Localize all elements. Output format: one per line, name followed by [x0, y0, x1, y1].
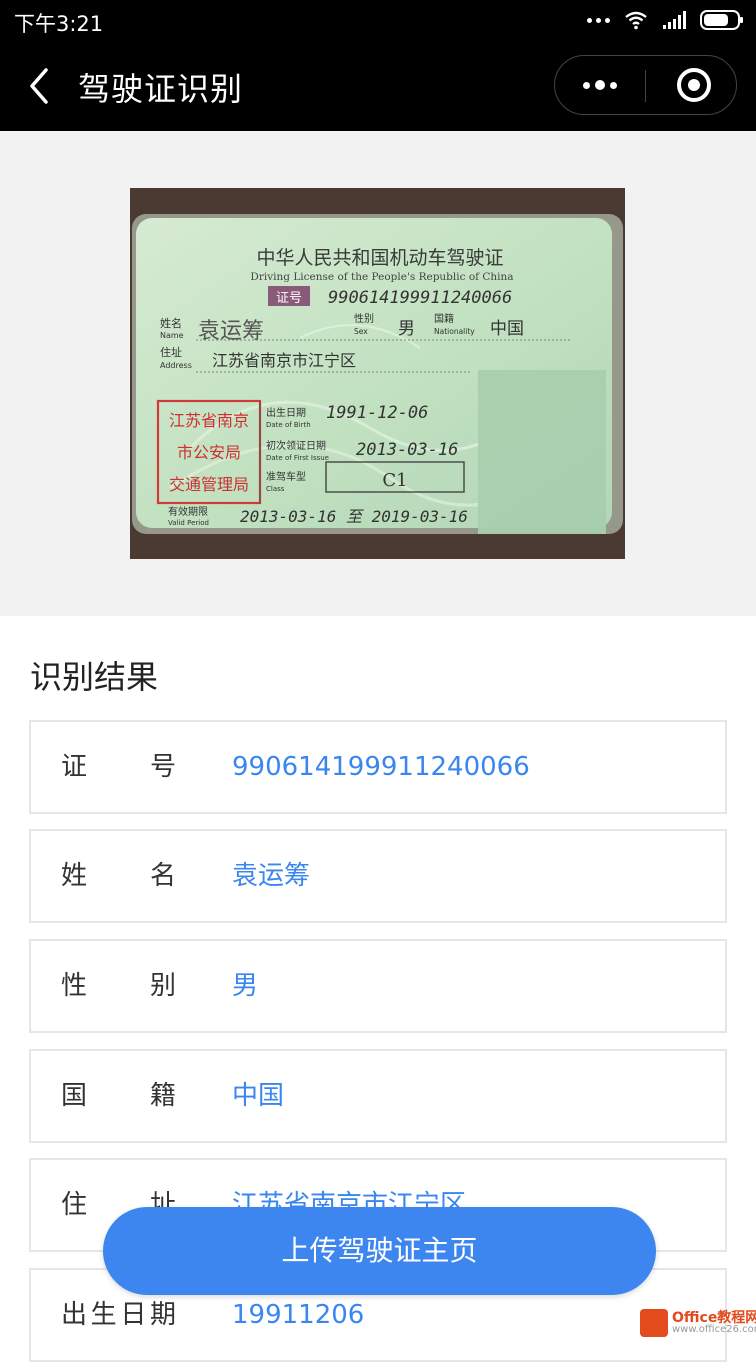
- card-class: C1: [382, 470, 407, 491]
- result-row-number: 证号 990614199911240066: [29, 720, 727, 814]
- card-name-label-en: Name: [160, 331, 184, 340]
- card-title-en: Driving License of the People's Republic…: [250, 271, 513, 283]
- miniprogram-capsule: [554, 55, 737, 115]
- battery-icon: [700, 10, 743, 30]
- card-issue-label-cn: 初次领证日期: [266, 439, 326, 452]
- card-issue-label-en: Date of First Issue: [266, 454, 329, 462]
- card-sex-label-cn: 性别: [354, 312, 374, 325]
- card-dob-label-cn: 出生日期: [266, 406, 306, 419]
- card-seal-line-3: 交通管理局: [169, 475, 249, 494]
- result-label: 国籍: [61, 1081, 176, 1111]
- result-value: 袁运筹: [232, 861, 311, 891]
- card-dob-label-en: Date of Birth: [266, 421, 311, 429]
- site-watermark: Office教程网 www.office26.com: [640, 1306, 756, 1340]
- card-sex-label-en: Sex: [354, 327, 368, 336]
- card-number: 990614199911240066: [328, 288, 512, 308]
- wifi-icon: [625, 11, 647, 30]
- card-photo-placeholder: [478, 370, 606, 534]
- card-valid-label-cn: 有效期限: [168, 505, 208, 518]
- card-number-tag: 证号: [276, 291, 302, 306]
- result-value: 990614199911240066: [232, 752, 530, 782]
- watermark-line-1: Office教程网: [672, 1310, 756, 1326]
- result-label: 证号: [61, 752, 176, 782]
- result-label: 姓名: [61, 861, 176, 891]
- signal-icon: [663, 11, 686, 29]
- notification-dots-icon: [587, 17, 610, 23]
- page-title: 驾驶证识别: [78, 70, 244, 108]
- status-icons: [587, 10, 744, 30]
- result-row-nationality: 国籍 中国: [29, 1049, 727, 1143]
- results-title: 识别结果: [30, 658, 159, 696]
- card-issue-date: 2013-03-16: [356, 440, 458, 460]
- card-seal-line-1: 江苏省南京: [169, 411, 249, 430]
- result-value: 中国: [232, 1081, 285, 1111]
- watermark-line-2: www.office26.com: [672, 1324, 756, 1335]
- back-button[interactable]: [24, 64, 64, 108]
- office-logo-icon: [640, 1309, 668, 1337]
- upload-license-button[interactable]: 上传驾驶证主页: [103, 1207, 656, 1295]
- status-time: 下午3:21: [14, 12, 104, 36]
- status-bar: 下午3:21: [0, 0, 756, 42]
- card-nationality: 中国: [490, 319, 524, 339]
- card-sex: 男: [398, 319, 415, 339]
- result-label: 性别: [61, 971, 176, 1001]
- more-icon: [583, 81, 590, 89]
- result-row-name: 姓名 袁运筹: [29, 829, 727, 923]
- result-row-sex: 性别 男: [29, 939, 727, 1033]
- card-class-label-cn: 准驾车型: [266, 470, 306, 483]
- card-seal-line-2: 市公安局: [177, 443, 241, 462]
- card-address-label-cn: 住址: [160, 345, 182, 359]
- card-dob: 1991-12-06: [326, 403, 428, 423]
- card-address-label-en: Address: [160, 361, 192, 370]
- result-value: 男: [232, 971, 259, 1001]
- license-photo-area: 中华人民共和国机动车驾驶证 Driving License of the Peo…: [0, 131, 756, 616]
- card-class-label-en: Class: [266, 485, 285, 493]
- close-miniprogram-button[interactable]: [646, 56, 736, 114]
- card-valid-period: 2013-03-16 至 2019-03-16: [240, 507, 468, 526]
- license-photo: 中华人民共和国机动车驾驶证 Driving License of the Peo…: [130, 188, 625, 559]
- more-button[interactable]: [555, 56, 645, 114]
- card-nationality-label-en: Nationality: [434, 327, 475, 336]
- card-name: 袁运筹: [198, 319, 264, 344]
- card-name-label-cn: 姓名: [160, 316, 182, 330]
- card-valid-label-en: Valid Period: [168, 519, 209, 527]
- card-title-cn: 中华人民共和国机动车驾驶证: [256, 247, 503, 269]
- card-nationality-label-cn: 国籍: [434, 312, 454, 325]
- chevron-left-icon: [30, 68, 48, 104]
- card-address: 江苏省南京市江宁区: [212, 351, 356, 370]
- target-close-icon: [677, 68, 711, 102]
- nav-bar: 驾驶证识别: [0, 42, 756, 131]
